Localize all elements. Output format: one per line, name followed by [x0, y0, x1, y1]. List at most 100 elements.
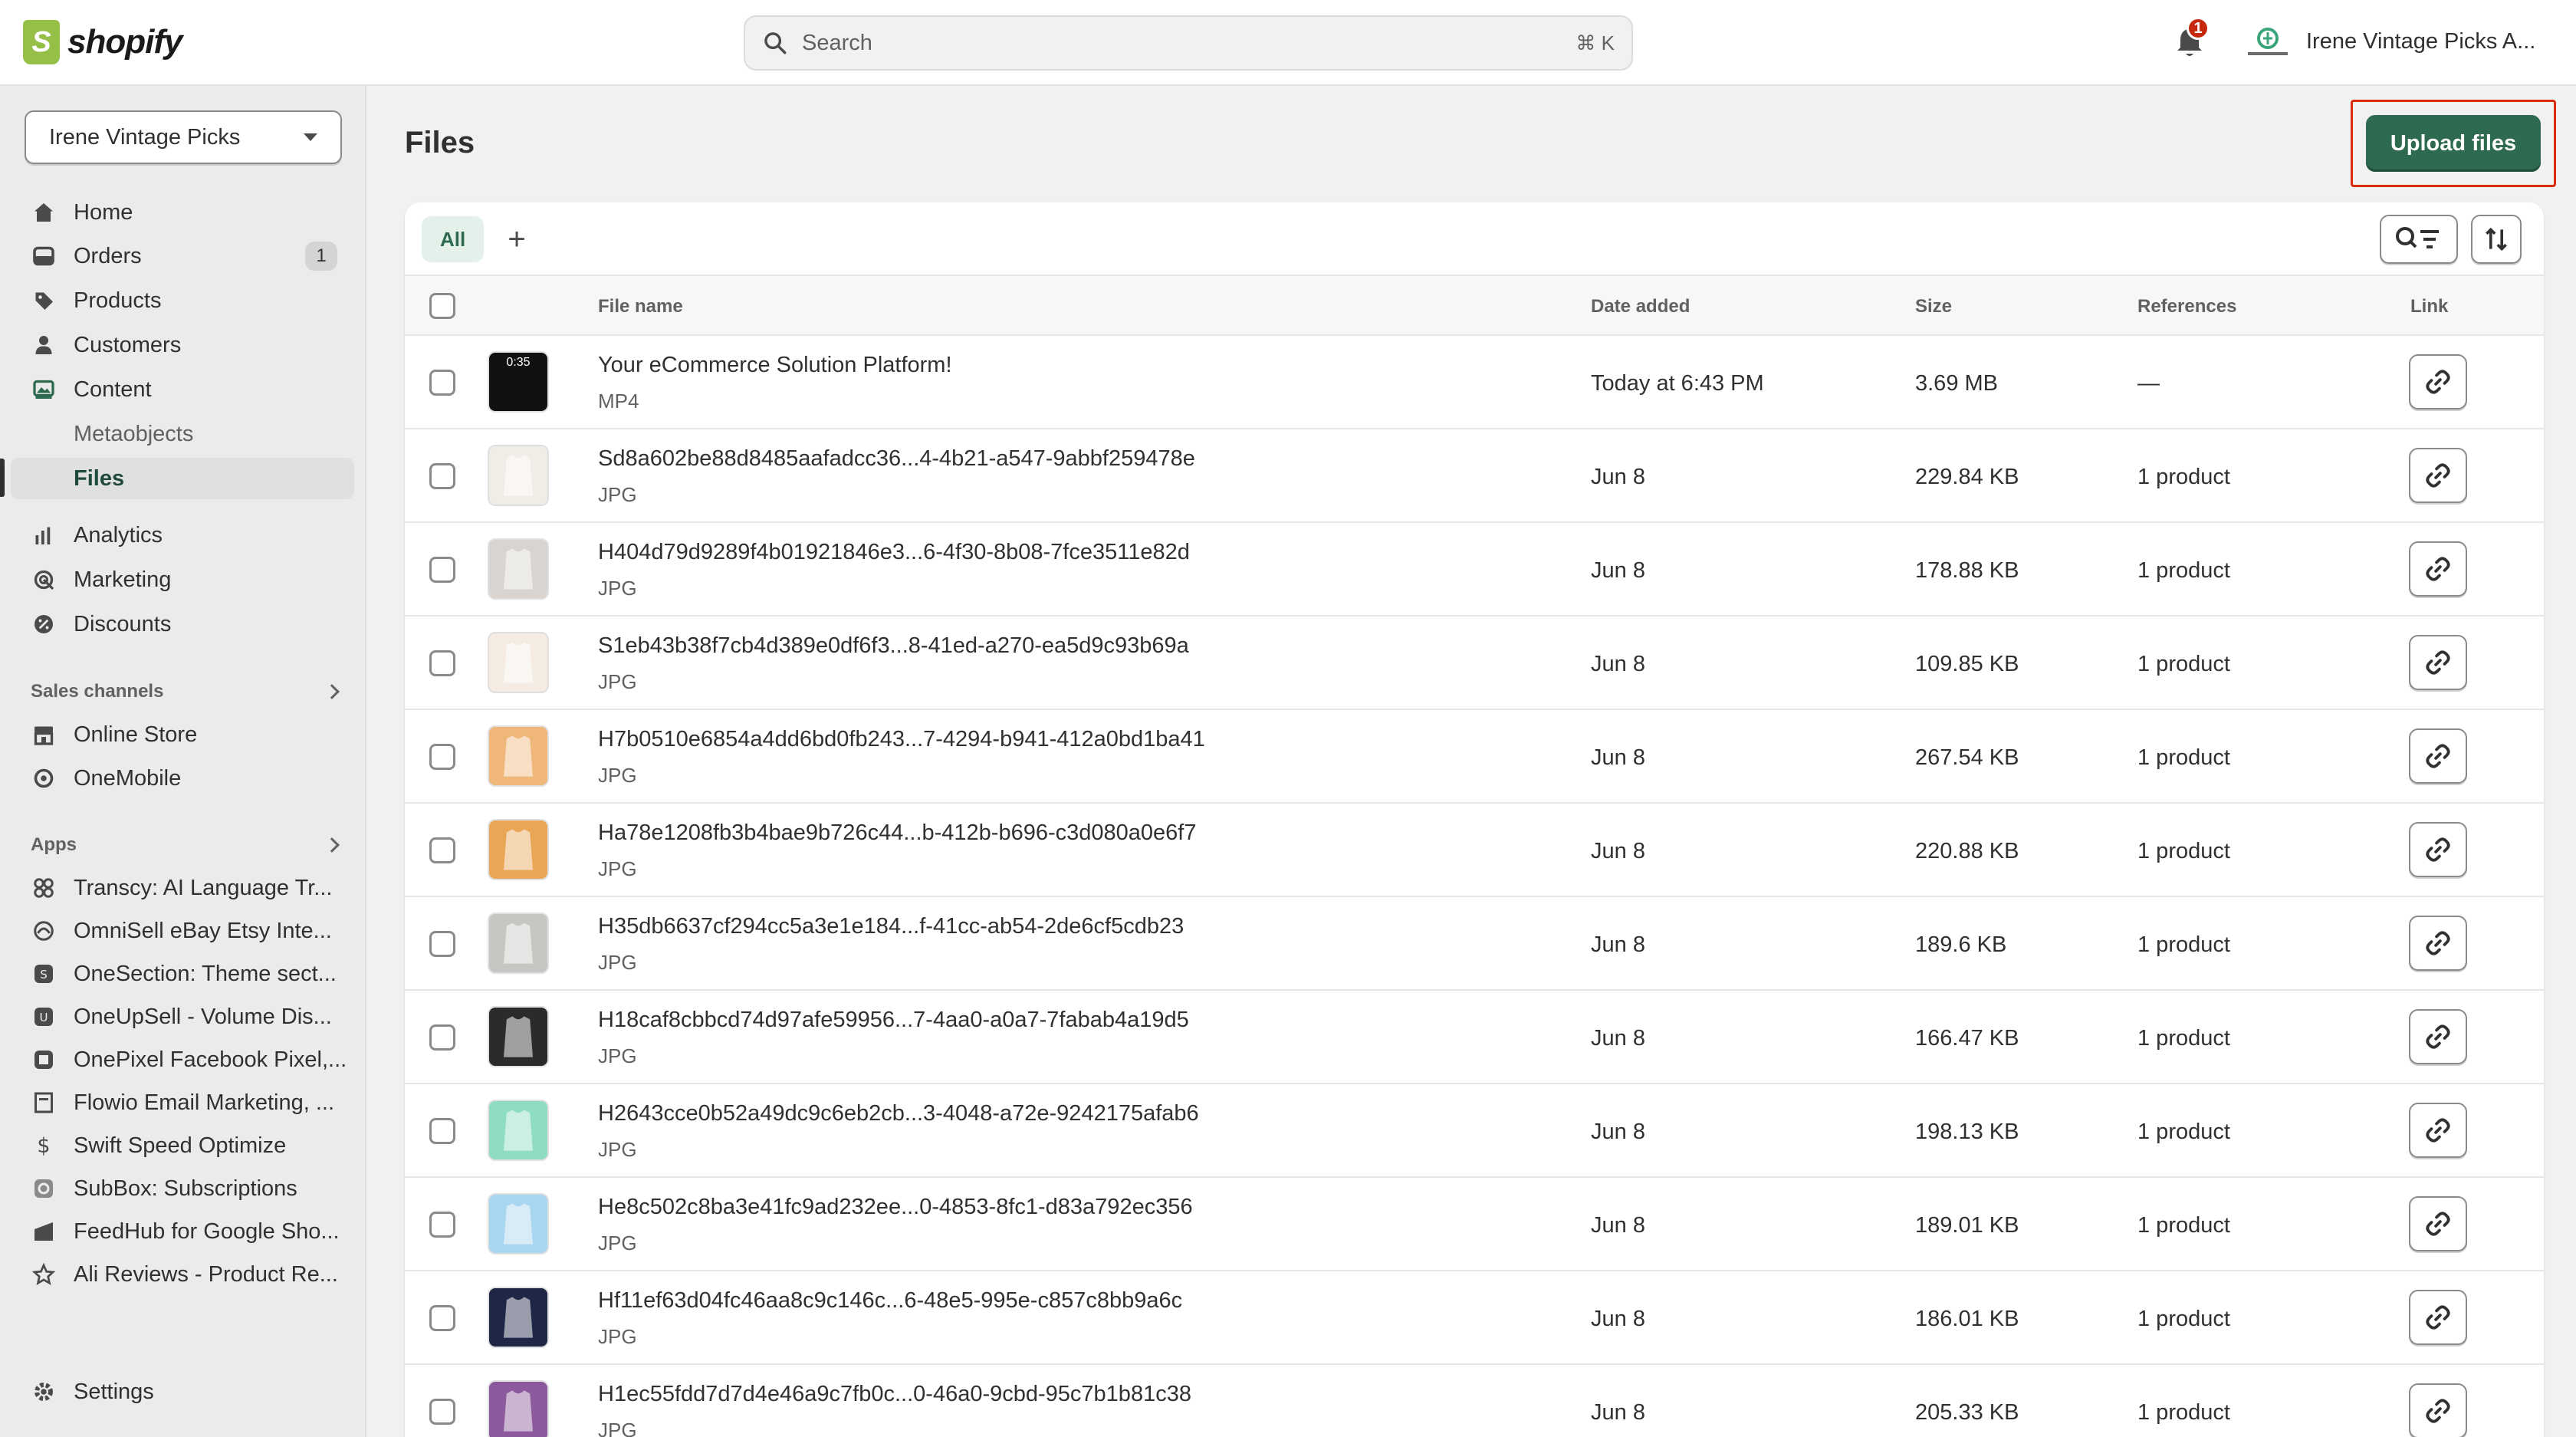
copy-link-button[interactable]	[2409, 541, 2467, 597]
select-all-checkbox[interactable]	[429, 293, 455, 319]
file-references[interactable]: 1 product	[2137, 1026, 2230, 1051]
copy-link-button[interactable]	[2409, 1196, 2467, 1251]
copy-link-button[interactable]	[2409, 354, 2467, 409]
sidebar-item-app-flowio[interactable]: Flowio Email Marketing, ...	[11, 1082, 354, 1123]
file-references[interactable]: 1 product	[2137, 1400, 2230, 1425]
row-checkbox[interactable]	[429, 744, 455, 770]
sidebar-item-app-swift[interactable]: $ Swift Speed Optimize	[11, 1125, 354, 1166]
file-thumbnail[interactable]	[488, 1100, 549, 1161]
row-checkbox[interactable]	[429, 1305, 455, 1331]
sidebar-item-app-onepixel[interactable]: OnePixel Facebook Pixel,...	[11, 1039, 354, 1080]
sidebar-item-customers[interactable]: Customers	[11, 324, 354, 366]
file-thumbnail[interactable]	[488, 1287, 549, 1348]
table-row[interactable]: H2643cce0b52a49dc9c6eb2cb...3-4048-a72e-…	[405, 1084, 2544, 1178]
sidebar-item-app-omnisell[interactable]: OmniSell eBay Etsy Inte...	[11, 910, 354, 952]
table-row[interactable]: H404d79d9289f4b01921846e3...6-4f30-8b08-…	[405, 523, 2544, 617]
sidebar-item-app-oneupsell[interactable]: U OneUpSell - Volume Dis...	[11, 996, 354, 1037]
table-row[interactable]: Hf11ef63d04fc46aa8c9c146c...6-48e5-995e-…	[405, 1271, 2544, 1365]
row-checkbox[interactable]	[429, 1024, 455, 1051]
sidebar-item-app-feedhub[interactable]: FeedHub for Google Sho...	[11, 1211, 354, 1252]
sidebar-item-app-subbox[interactable]: SubBox: Subscriptions	[11, 1168, 354, 1209]
file-thumbnail[interactable]	[488, 445, 549, 506]
sidebar-item-onemobile[interactable]: OneMobile	[11, 758, 354, 799]
sidebar-item-marketing[interactable]: Marketing	[11, 559, 354, 600]
table-row[interactable]: H7b0510e6854a4dd6bd0fb243...7-4294-b941-…	[405, 710, 2544, 804]
file-thumbnail[interactable]	[488, 1380, 549, 1437]
col-size[interactable]: Size	[1915, 296, 1952, 317]
sidebar-item-discounts[interactable]: Discounts	[11, 603, 354, 645]
file-name[interactable]: H7b0510e6854a4dd6bd0fb243...7-4294-b941-…	[598, 727, 1205, 752]
add-view-button[interactable]: +	[498, 221, 535, 258]
file-thumbnail[interactable]	[488, 538, 549, 600]
row-checkbox[interactable]	[429, 1212, 455, 1238]
copy-link-button[interactable]	[2409, 1383, 2467, 1437]
shopify-logo[interactable]: S shopify	[23, 20, 182, 64]
table-row[interactable]: S1eb43b38f7cb4d389e0df6f3...8-41ed-a270-…	[405, 617, 2544, 710]
store-select[interactable]: Irene Vintage Picks	[25, 110, 342, 164]
file-name[interactable]: He8c502c8ba3e41fc9ad232ee...0-4853-8fc1-…	[598, 1195, 1193, 1220]
file-name[interactable]: Your eCommerce Solution Platform!	[598, 353, 952, 378]
col-date-added[interactable]: Date added	[1591, 296, 1690, 317]
row-checkbox[interactable]	[429, 1118, 455, 1144]
file-name[interactable]: H35db6637cf294cc5a3e1e184...f-41cc-ab54-…	[598, 914, 1184, 939]
col-file-name[interactable]: File name	[598, 296, 683, 317]
file-name[interactable]: H1ec55fdd7d7d4e46a9c7fb0c...0-46a0-9cbd-…	[598, 1382, 1191, 1407]
copy-link-button[interactable]	[2409, 448, 2467, 503]
sidebar-item-orders[interactable]: Orders 1	[11, 235, 354, 277]
upload-files-button[interactable]: Upload files	[2366, 115, 2541, 172]
sidebar-item-home[interactable]: Home	[11, 192, 354, 233]
row-checkbox[interactable]	[429, 370, 455, 396]
file-thumbnail[interactable]	[488, 913, 549, 974]
search-bar[interactable]: ⌘ K	[744, 15, 1633, 71]
file-thumbnail[interactable]	[488, 1006, 549, 1067]
file-thumbnail[interactable]	[488, 725, 549, 787]
table-row[interactable]: 0:35 Your eCommerce Solution Platform! MP4…	[405, 336, 2544, 429]
file-name[interactable]: H404d79d9289f4b01921846e3...6-4f30-8b08-…	[598, 540, 1190, 565]
col-references[interactable]: References	[2137, 296, 2236, 317]
row-checkbox[interactable]	[429, 837, 455, 863]
file-name[interactable]: Sd8a602be88d8485aafadcc36...4-4b21-a547-…	[598, 446, 1195, 472]
sidebar-item-app-alireviews[interactable]: Ali Reviews - Product Re...	[11, 1254, 354, 1295]
table-row[interactable]: Ha78e1208fb3b4bae9b726c44...b-412b-b696-…	[405, 804, 2544, 897]
sort-button[interactable]	[2471, 215, 2522, 264]
file-references[interactable]: 1 product	[2137, 745, 2230, 771]
search-input[interactable]	[802, 30, 1576, 56]
sidebar-item-files[interactable]: Files	[11, 458, 354, 499]
store-logo-icon[interactable]	[2245, 26, 2291, 60]
store-name[interactable]: Irene Vintage Picks A...	[2306, 29, 2535, 54]
sidebar-item-app-transcy[interactable]: Transcy: AI Language Tr...	[11, 867, 354, 909]
file-references[interactable]: 1 product	[2137, 558, 2230, 584]
table-row[interactable]: H1ec55fdd7d7d4e46a9c7fb0c...0-46a0-9cbd-…	[405, 1365, 2544, 1437]
copy-link-button[interactable]	[2409, 916, 2467, 971]
file-references[interactable]: 1 product	[2137, 652, 2230, 677]
copy-link-button[interactable]	[2409, 728, 2467, 784]
table-row[interactable]: He8c502c8ba3e41fc9ad232ee...0-4853-8fc1-…	[405, 1178, 2544, 1271]
table-row[interactable]: Sd8a602be88d8485aafadcc36...4-4b21-a547-…	[405, 429, 2544, 523]
copy-link-button[interactable]	[2409, 1290, 2467, 1345]
sales-channels-heading[interactable]: Sales channels	[31, 676, 340, 707]
sidebar-item-metaobjects[interactable]: Metaobjects	[11, 413, 354, 455]
apps-heading[interactable]: Apps	[31, 830, 340, 860]
file-references[interactable]: 1 product	[2137, 1120, 2230, 1145]
file-thumbnail[interactable]	[488, 819, 549, 880]
file-name[interactable]: Ha78e1208fb3b4bae9b726c44...b-412b-b696-…	[598, 820, 1196, 846]
file-name[interactable]: Hf11ef63d04fc46aa8c9c146c...6-48e5-995e-…	[598, 1288, 1182, 1314]
sidebar-item-products[interactable]: Products	[11, 280, 354, 321]
copy-link-button[interactable]	[2409, 635, 2467, 690]
table-row[interactable]: H18caf8cbbcd74d97afe59956...7-4aa0-a0a7-…	[405, 991, 2544, 1084]
tab-all[interactable]: All	[422, 216, 485, 262]
sidebar-item-settings[interactable]: Settings	[11, 1371, 354, 1412]
file-references[interactable]: 1 product	[2137, 1213, 2230, 1238]
sidebar-item-online-store[interactable]: Online Store	[11, 714, 354, 755]
copy-link-button[interactable]	[2409, 1103, 2467, 1158]
row-checkbox[interactable]	[429, 931, 455, 957]
file-references[interactable]: 1 product	[2137, 932, 2230, 958]
file-name[interactable]: S1eb43b38f7cb4d389e0df6f3...8-41ed-a270-…	[598, 633, 1189, 659]
file-references[interactable]: 1 product	[2137, 839, 2230, 864]
file-references[interactable]: 1 product	[2137, 465, 2230, 490]
copy-link-button[interactable]	[2409, 822, 2467, 877]
sidebar-item-app-onesection[interactable]: S OneSection: Theme sect...	[11, 953, 354, 995]
file-name[interactable]: H2643cce0b52a49dc9c6eb2cb...3-4048-a72e-…	[598, 1101, 1199, 1126]
file-thumbnail[interactable]: 0:35	[488, 351, 549, 413]
file-name[interactable]: H18caf8cbbcd74d97afe59956...7-4aa0-a0a7-…	[598, 1008, 1189, 1033]
